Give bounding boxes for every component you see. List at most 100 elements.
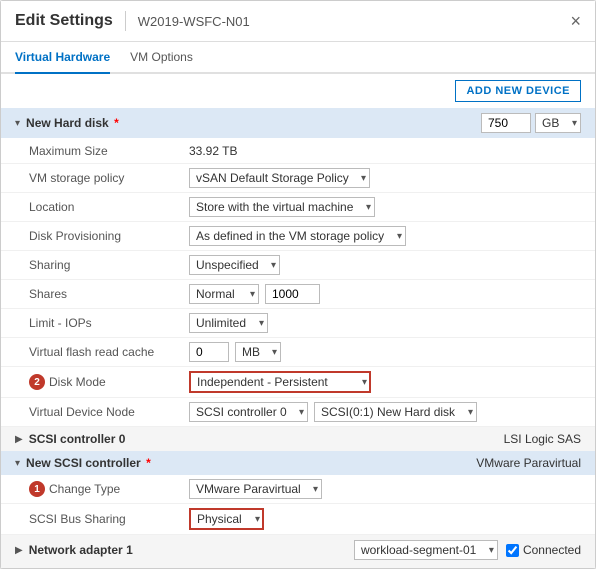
scsi-bus-sharing-select-wrapper: Physical None Virtual [189,508,264,530]
max-size-value: 33.92 TB [189,144,581,158]
change-type-badge: 1 [29,481,45,497]
disk-mode-select-wrapper: Independent - Persistent Dependent Indep… [189,371,371,393]
change-type-select[interactable]: VMware Paravirtual BusLogic Parallel LSI… [189,479,322,499]
disk-provisioning-row: Disk Provisioning As defined in the VM s… [1,222,595,251]
disk-mode-badge: 2 [29,374,45,390]
disk-mode-row: 2 Disk Mode Independent - Persistent Dep… [1,367,595,398]
vm-storage-policy-select-wrapper: vSAN Default Storage Policy [189,168,370,188]
virtual-device-node-label: Virtual Device Node [29,405,189,419]
header-divider [125,11,126,31]
disk-provisioning-select-wrapper: As defined in the VM storage policy [189,226,406,246]
location-label: Location [29,200,189,214]
flash-cache-label: Virtual flash read cache [29,345,189,359]
scsi-bus-sharing-row: SCSI Bus Sharing Physical None Virtual [1,504,595,535]
disk-mode-select[interactable]: Independent - Persistent Dependent Indep… [189,371,371,393]
limit-iops-select-wrapper: Unlimited [189,313,268,333]
tab-virtual-hardware[interactable]: Virtual Hardware [15,42,110,74]
vdn-node-select[interactable]: SCSI(0:1) New Hard disk [314,402,477,422]
disk-provisioning-value: As defined in the VM storage policy [189,226,581,246]
hard-disk-size-input[interactable] [481,113,531,133]
add-new-device-button[interactable]: ADD NEW DEVICE [455,80,581,102]
virtual-device-node-row: Virtual Device Node SCSI controller 0 SC… [1,398,595,427]
vm-storage-policy-row: VM storage policy vSAN Default Storage P… [1,164,595,193]
new-hard-disk-label: New Hard disk * [26,116,119,130]
change-type-select-wrapper: VMware Paravirtual BusLogic Parallel LSI… [189,479,322,499]
scsi-controller-value: LSI Logic SAS [504,432,581,446]
new-scsi-header[interactable]: ▾ New SCSI controller * VMware Paravirtu… [1,451,595,475]
network-connected-checkbox[interactable] [506,544,519,557]
disk-provisioning-label: Disk Provisioning [29,229,189,243]
disk-mode-value: Independent - Persistent Dependent Indep… [189,371,581,393]
network-connected-label: Connected [523,543,581,557]
network-adapter-value: workload-segment-01 Connected [354,540,581,560]
vm-storage-policy-value: vSAN Default Storage Policy [189,168,581,188]
scsi-controller-chevron: ▶ [15,434,23,445]
vm-name: W2019-WSFC-N01 [138,14,250,29]
location-select[interactable]: Store with the virtual machine [189,197,375,217]
network-adapter-label: Network adapter 1 [29,543,133,557]
disk-mode-label: 2 Disk Mode [29,374,189,390]
shares-select-wrapper: Normal Low High Custom [189,284,259,304]
flash-cache-row: Virtual flash read cache MB [1,338,595,367]
shares-value-input[interactable] [265,284,320,304]
limit-iops-row: Limit - IOPs Unlimited [1,309,595,338]
sharing-select[interactable]: Unspecified [189,255,280,275]
tab-bar: Virtual Hardware VM Options [1,42,595,74]
max-size-label: Maximum Size [29,144,189,158]
limit-iops-value: Unlimited [189,313,581,333]
vdn-node-select-wrapper: SCSI(0:1) New Hard disk [314,402,477,422]
sharing-value: Unspecified [189,255,581,275]
scsi-controller-label: SCSI controller 0 [29,432,126,446]
vm-storage-policy-select[interactable]: vSAN Default Storage Policy [189,168,370,188]
disk-provisioning-select[interactable]: As defined in the VM storage policy [189,226,406,246]
tab-vm-options[interactable]: VM Options [130,42,193,74]
new-hard-disk-chevron: ▾ [15,118,20,129]
limit-iops-label: Limit - IOPs [29,316,189,330]
location-value: Store with the virtual machine [189,197,581,217]
hard-disk-unit-select-wrapper: GB TB MB [535,113,581,133]
network-adapter-select-wrapper: workload-segment-01 [354,540,498,560]
flash-cache-unit-wrapper: MB [235,342,281,362]
new-hard-disk-header[interactable]: ▾ New Hard disk * GB TB MB [1,108,595,138]
sharing-label: Sharing [29,258,189,272]
hard-disk-unit-select[interactable]: GB TB MB [535,113,581,133]
shares-select[interactable]: Normal Low High Custom [189,284,259,304]
new-hard-disk-value: GB TB MB [481,113,581,133]
new-scsi-label: New SCSI controller * [26,456,151,470]
location-row: Location Store with the virtual machine [1,193,595,222]
edit-settings-modal: Edit Settings W2019-WSFC-N01 × Virtual H… [0,0,596,569]
sharing-row: Sharing Unspecified [1,251,595,280]
shares-row: Shares Normal Low High Custom [1,280,595,309]
flash-cache-value: MB [189,342,581,362]
scsi-bus-sharing-select[interactable]: Physical None Virtual [189,508,264,530]
new-scsi-value: VMware Paravirtual [476,456,581,470]
network-adapter-header[interactable]: ▶ Network adapter 1 workload-segment-01 … [1,535,595,565]
limit-iops-select[interactable]: Unlimited [189,313,268,333]
modal-title: Edit Settings [15,12,113,30]
network-connected-wrap: Connected [506,543,581,557]
virtual-device-node-value: SCSI controller 0 SCSI(0:1) New Hard dis… [189,402,581,422]
vdn-controller-select-wrapper: SCSI controller 0 [189,402,308,422]
toolbar: ADD NEW DEVICE [1,74,595,108]
flash-cache-unit-select[interactable]: MB [235,342,281,362]
change-type-value: VMware Paravirtual BusLogic Parallel LSI… [189,479,581,499]
change-type-row: 1 Change Type VMware Paravirtual BusLogi… [1,475,595,504]
change-type-label: 1 Change Type [29,481,189,497]
flash-cache-input[interactable] [189,342,229,362]
location-select-wrapper: Store with the virtual machine [189,197,375,217]
network-adapter-chevron: ▶ [15,545,23,556]
scsi-bus-sharing-label: SCSI Bus Sharing [29,512,189,526]
scsi-controller-header[interactable]: ▶ SCSI controller 0 LSI Logic SAS [1,427,595,451]
shares-value: Normal Low High Custom [189,284,581,304]
settings-content: ▾ New Hard disk * GB TB MB Maximum Size … [1,108,595,568]
network-adapter-select[interactable]: workload-segment-01 [354,540,498,560]
shares-label: Shares [29,287,189,301]
new-scsi-chevron: ▾ [15,458,20,469]
sharing-select-wrapper: Unspecified [189,255,280,275]
close-button[interactable]: × [570,12,581,30]
vm-storage-policy-label: VM storage policy [29,171,189,185]
scsi-bus-sharing-value: Physical None Virtual [189,508,581,530]
modal-header: Edit Settings W2019-WSFC-N01 × [1,1,595,42]
max-size-row: Maximum Size 33.92 TB [1,138,595,164]
vdn-controller-select[interactable]: SCSI controller 0 [189,402,308,422]
